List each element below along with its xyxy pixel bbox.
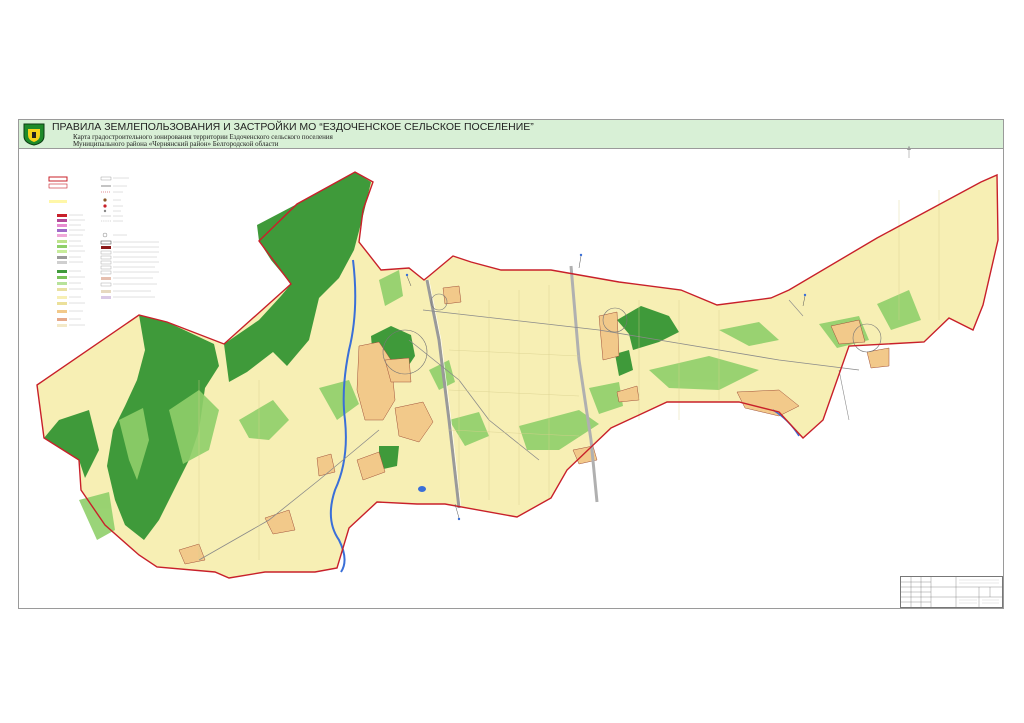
zoning-map: [36, 146, 999, 579]
compass-north-icon: [907, 146, 911, 158]
title-block: [900, 576, 1003, 608]
map-legend: [48, 176, 159, 327]
map-sheet: ПРАВИЛА ЗЕМЛЕПОЛЬЗОВАНИЯ И ЗАСТРОЙКИ МО …: [18, 119, 1004, 609]
